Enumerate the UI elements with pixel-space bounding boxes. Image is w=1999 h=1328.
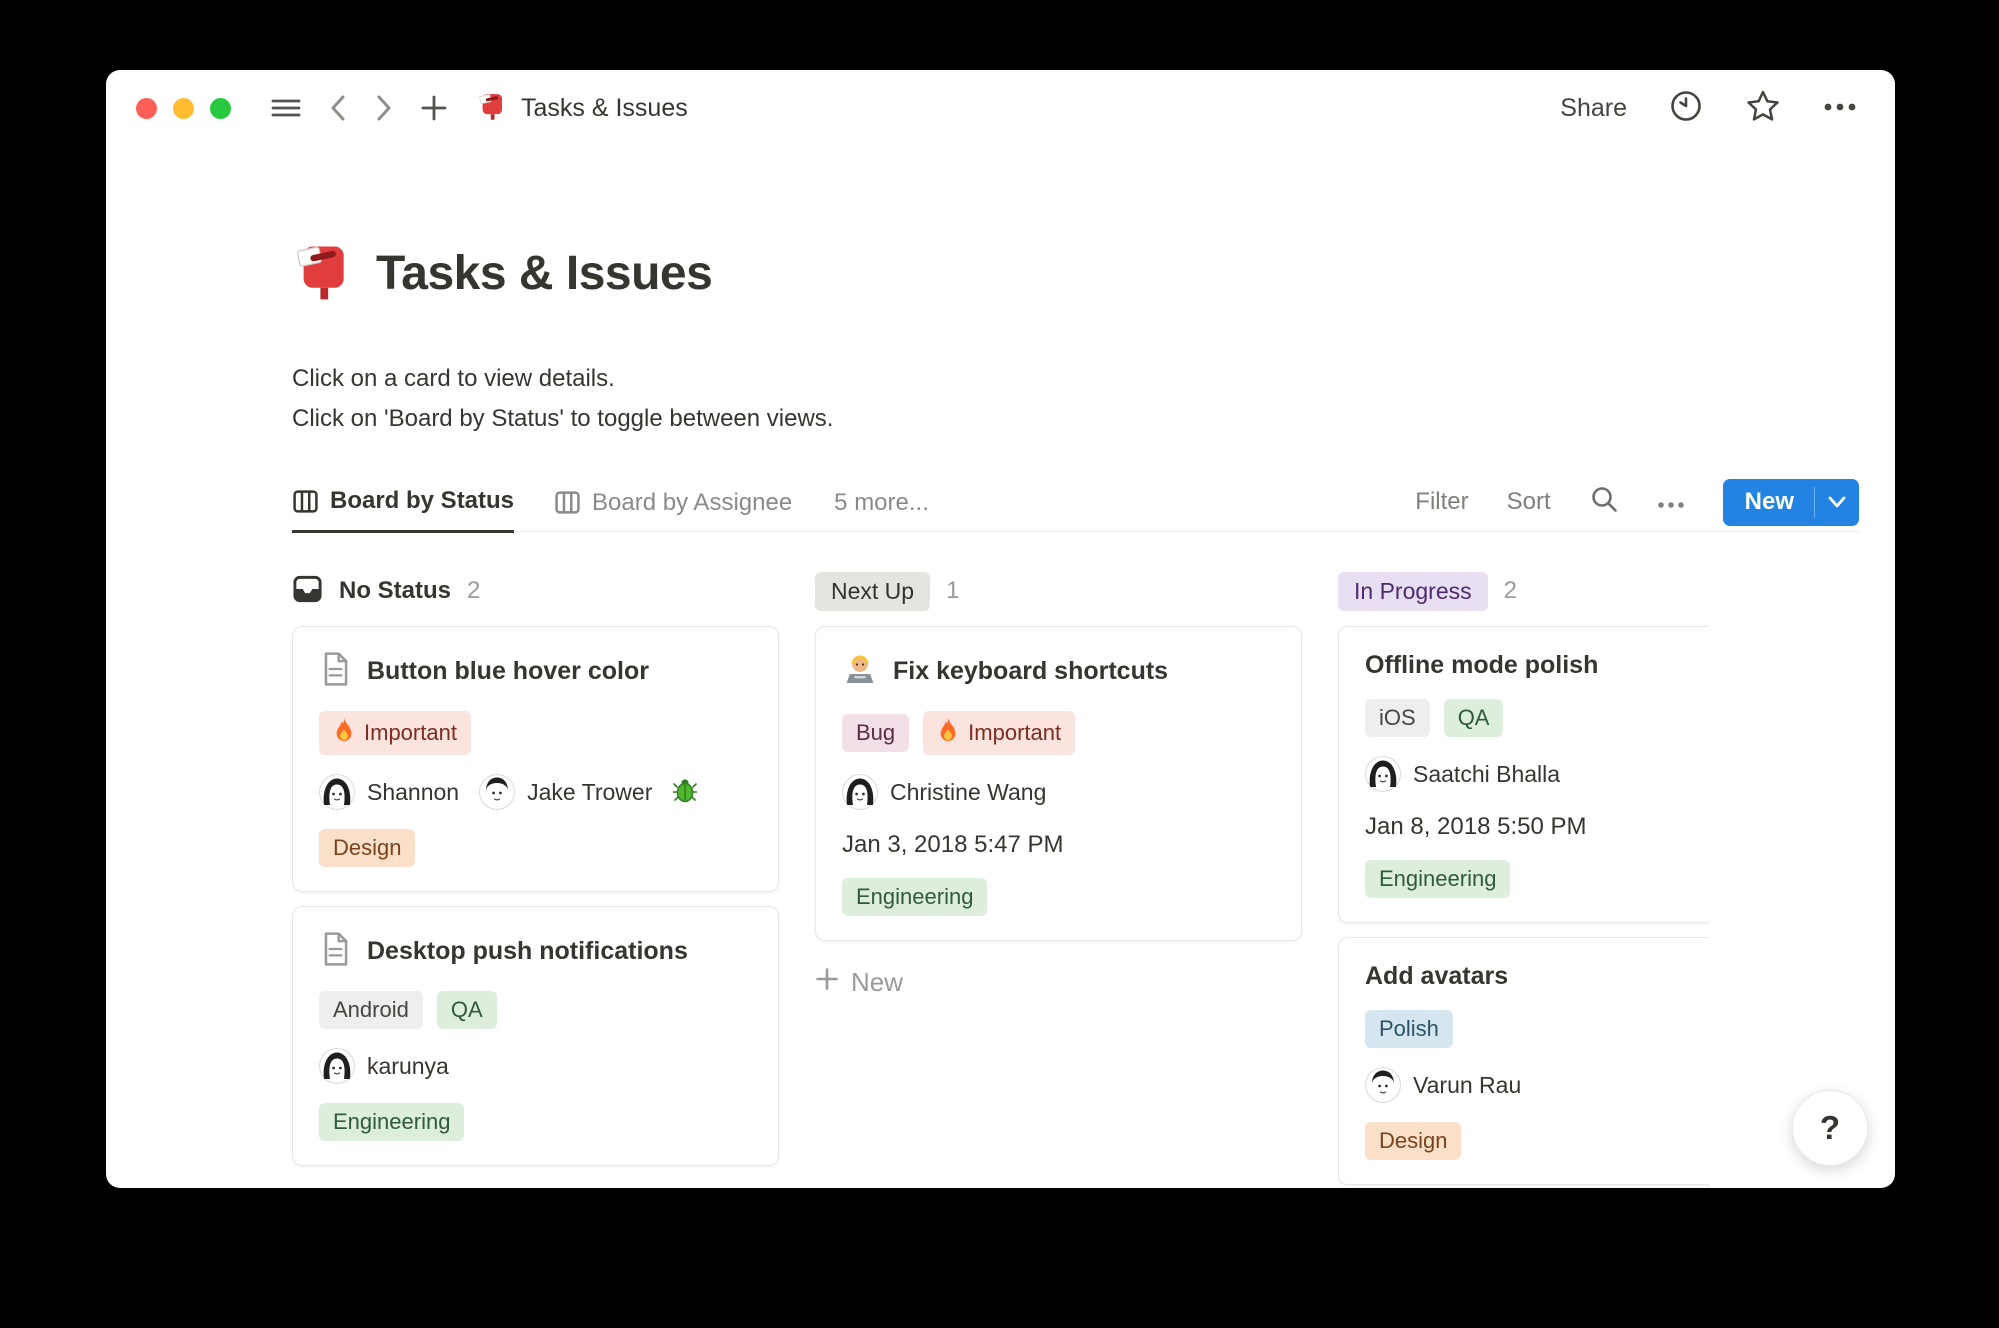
tag-ios: iOS — [1365, 699, 1430, 738]
tab-label: Board by Status — [330, 487, 515, 515]
card-desktop-push-notifications[interactable]: Desktop push notifications Android QA ka… — [292, 906, 779, 1167]
avatar-jake-trower — [479, 774, 516, 811]
card-title: Offline mode polish — [1365, 651, 1599, 680]
tab-board-by-assignee[interactable]: Board by Assignee — [554, 474, 792, 532]
updates-clock-icon[interactable] — [1669, 89, 1703, 128]
avatar-christine-wang — [842, 774, 878, 811]
card-date: Jan 3, 2018 5:47 PM — [842, 831, 1064, 859]
new-button-label: New — [1744, 488, 1794, 516]
tag-engineering: Engineering — [842, 878, 988, 917]
window-doc-title: Tasks & Issues — [521, 93, 688, 122]
page-icon — [319, 931, 352, 972]
page-icon — [319, 651, 352, 692]
tag-qa: QA — [436, 991, 497, 1030]
titlebar: Tasks & Issues Share — [106, 70, 1895, 146]
kanban-board: No Status 2 Button blue hover color Impo… — [292, 570, 1709, 1188]
close-window-button[interactable] — [136, 97, 157, 119]
tag-engineering: Engineering — [319, 1103, 465, 1142]
person-name: Christine Wang — [890, 778, 1047, 805]
person-name: Varun Rau — [1413, 1071, 1522, 1098]
breadcrumb[interactable]: Tasks & Issues — [477, 90, 688, 127]
column-next-up: Next Up 1 Fix keyboard shortcuts Bug Imp… — [815, 570, 1302, 1188]
card-date: Jan 8, 2018 5:50 PM — [1365, 813, 1587, 841]
card-fix-keyboard-shortcuts[interactable]: Fix keyboard shortcuts Bug Important Chr… — [815, 626, 1302, 942]
column-title[interactable]: Next Up — [815, 571, 931, 611]
board-more-options-icon[interactable] — [1657, 488, 1685, 516]
mailbox-icon — [477, 90, 507, 127]
column-title[interactable]: No Status — [339, 577, 451, 605]
favorite-star-icon[interactable] — [1745, 89, 1781, 128]
column-count: 1 — [946, 577, 960, 605]
new-button[interactable]: New — [1722, 478, 1859, 526]
sidebar-toggle-icon[interactable] — [271, 96, 301, 120]
sort-button[interactable]: Sort — [1507, 488, 1551, 516]
card-title: Button blue hover color — [367, 657, 649, 686]
avatar-saatchi-bhalla — [1365, 756, 1401, 793]
tag-design: Design — [1365, 1122, 1462, 1161]
card-title: Desktop push notifications — [367, 937, 688, 966]
traffic-lights — [136, 97, 231, 119]
minimize-window-button[interactable] — [173, 97, 194, 119]
app-window: Tasks & Issues Share Tasks & Issues Clic… — [106, 70, 1895, 1188]
page-description-line2: Click on 'Board by Status' to toggle bet… — [292, 405, 834, 433]
tag-bug: Bug — [842, 714, 910, 753]
tag-design: Design — [319, 829, 416, 868]
page-title: Tasks & Issues — [376, 247, 713, 301]
page-mailbox-icon — [292, 238, 354, 309]
beetle-icon — [672, 777, 698, 808]
tag-engineering: Engineering — [1365, 860, 1511, 899]
chevron-down-icon[interactable] — [1815, 479, 1859, 526]
tag-important: Important — [319, 711, 471, 756]
card-button-blue-hover-color[interactable]: Button blue hover color Important Shanno… — [292, 626, 779, 893]
card-offline-mode-polish[interactable]: Offline mode polish iOS QA Saatchi Bhall… — [1338, 626, 1709, 924]
person-name: Jake Trower — [527, 778, 653, 805]
new-card-button[interactable]: New — [815, 967, 1302, 998]
avatar-karunya — [319, 1048, 355, 1085]
tag-android: Android — [319, 991, 423, 1030]
tag-polish: Polish — [1365, 1010, 1453, 1049]
share-button[interactable]: Share — [1560, 94, 1627, 123]
tag-qa: QA — [1443, 699, 1504, 738]
zoom-window-button[interactable] — [210, 97, 231, 119]
fire-icon — [333, 717, 355, 749]
tab-label: Board by Assignee — [592, 488, 793, 516]
fire-icon — [937, 717, 959, 749]
inbox-icon — [292, 574, 323, 609]
column-no-status: No Status 2 Button blue hover color Impo… — [292, 570, 779, 1188]
person-name: Shannon — [367, 778, 460, 805]
column-count: 2 — [467, 577, 481, 605]
column-count: 2 — [1503, 577, 1517, 605]
column-title[interactable]: In Progress — [1338, 571, 1488, 611]
card-add-avatars[interactable]: Add avatars Polish Varun Rau Design — [1338, 937, 1709, 1186]
view-toolbar: Board by Status Board by Assignee 5 more… — [292, 472, 1859, 534]
nav-back-icon[interactable] — [329, 94, 347, 122]
card-title: Fix keyboard shortcuts — [893, 657, 1169, 686]
column-in-progress: In Progress 2 Offline mode polish iOS QA — [1338, 570, 1709, 1188]
more-options-icon[interactable] — [1823, 99, 1857, 117]
avatar-varun-rau — [1365, 1067, 1401, 1104]
tab-board-by-status[interactable]: Board by Status — [292, 472, 515, 534]
help-button[interactable]: ? — [1792, 1090, 1868, 1166]
new-page-icon[interactable] — [421, 95, 447, 121]
page-description-line1: Click on a card to view details. — [292, 365, 615, 393]
person-name: Saatchi Bhalla — [1413, 760, 1561, 787]
plus-icon — [815, 967, 839, 998]
avatar-shannon — [319, 774, 355, 811]
tab-more-views[interactable]: 5 more... — [834, 474, 929, 532]
search-icon[interactable] — [1589, 484, 1619, 521]
card-title: Add avatars — [1365, 962, 1509, 991]
tag-important: Important — [923, 711, 1076, 756]
person-name: karunya — [367, 1052, 449, 1079]
filter-button[interactable]: Filter — [1415, 488, 1468, 516]
nav-forward-icon[interactable] — [375, 94, 393, 122]
technologist-emoji-icon — [842, 651, 878, 692]
